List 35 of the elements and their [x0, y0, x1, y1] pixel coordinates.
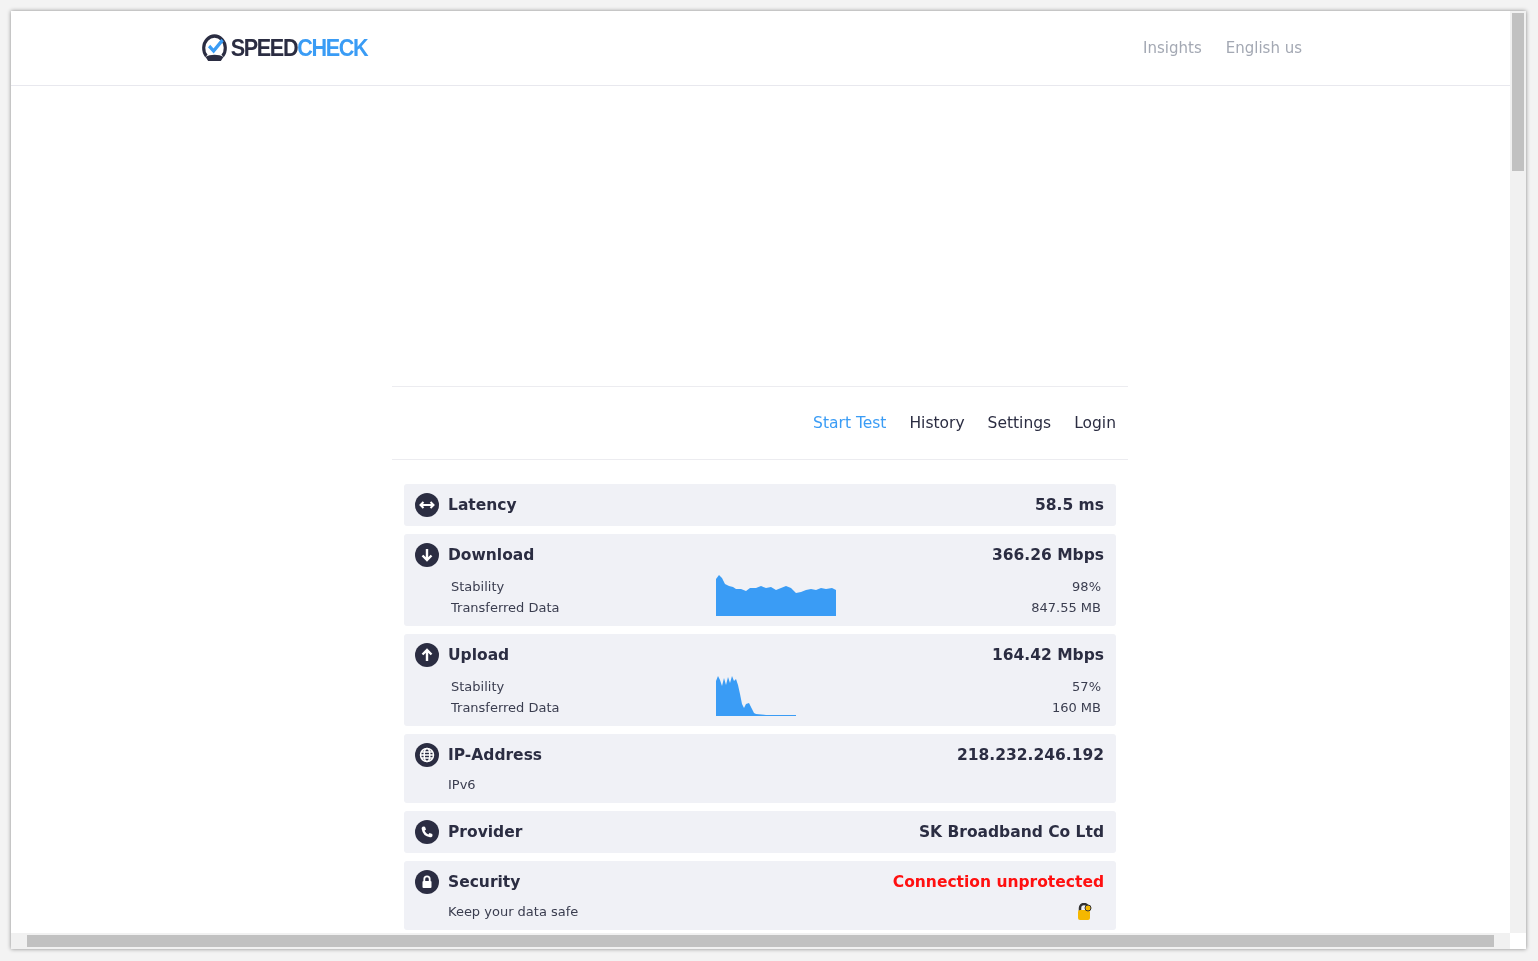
result-label: Download — [448, 546, 536, 564]
download-icon — [415, 543, 439, 567]
nav-tab[interactable]: Login — [1074, 414, 1116, 432]
result-label: Latency — [448, 496, 518, 514]
result-label: Provider — [448, 823, 524, 841]
result-value: Connection unprotected — [892, 873, 1104, 891]
gauge-check-icon — [201, 34, 228, 62]
detail-label: Transferred Data — [451, 699, 561, 716]
result-value: 218.232.246.192 — [956, 746, 1104, 764]
lock-icon — [415, 870, 439, 894]
result-label: IP-Address — [448, 746, 544, 764]
result-label: Upload — [448, 646, 511, 664]
detail-value: 57% — [1072, 678, 1101, 695]
detail-note: Keep your data safe — [448, 903, 579, 920]
nav-tab[interactable]: History — [909, 414, 965, 432]
detail-value: 98% — [1072, 578, 1101, 595]
detail-value: 160 MB — [1051, 699, 1101, 716]
detail-note: IPv6 — [448, 776, 476, 793]
result-value: 58.5 ms — [1034, 496, 1104, 514]
detail-value: 847.55 MB — [1031, 599, 1101, 616]
result-value: 164.42 Mbps — [991, 646, 1104, 664]
upload-icon — [415, 643, 439, 667]
logo-wordmark[interactable]: SPEEDCHECK — [230, 34, 368, 62]
result-value: SK Broadband Co Ltd — [918, 823, 1104, 841]
result-label: Security — [448, 873, 522, 891]
globe-icon — [415, 743, 439, 767]
detail-label: Stability — [451, 578, 506, 595]
vertical-scrollbar[interactable] — [1510, 11, 1526, 933]
phone-icon — [415, 820, 439, 844]
nav-tab[interactable]: Settings — [987, 414, 1052, 432]
detail-label: Stability — [451, 678, 506, 695]
detail-label: Transferred Data — [451, 599, 561, 616]
horizontal-scrollbar[interactable] — [11, 933, 1510, 949]
padlock-icon — [1076, 903, 1094, 920]
result-value: 366.26 Mbps — [991, 546, 1104, 564]
